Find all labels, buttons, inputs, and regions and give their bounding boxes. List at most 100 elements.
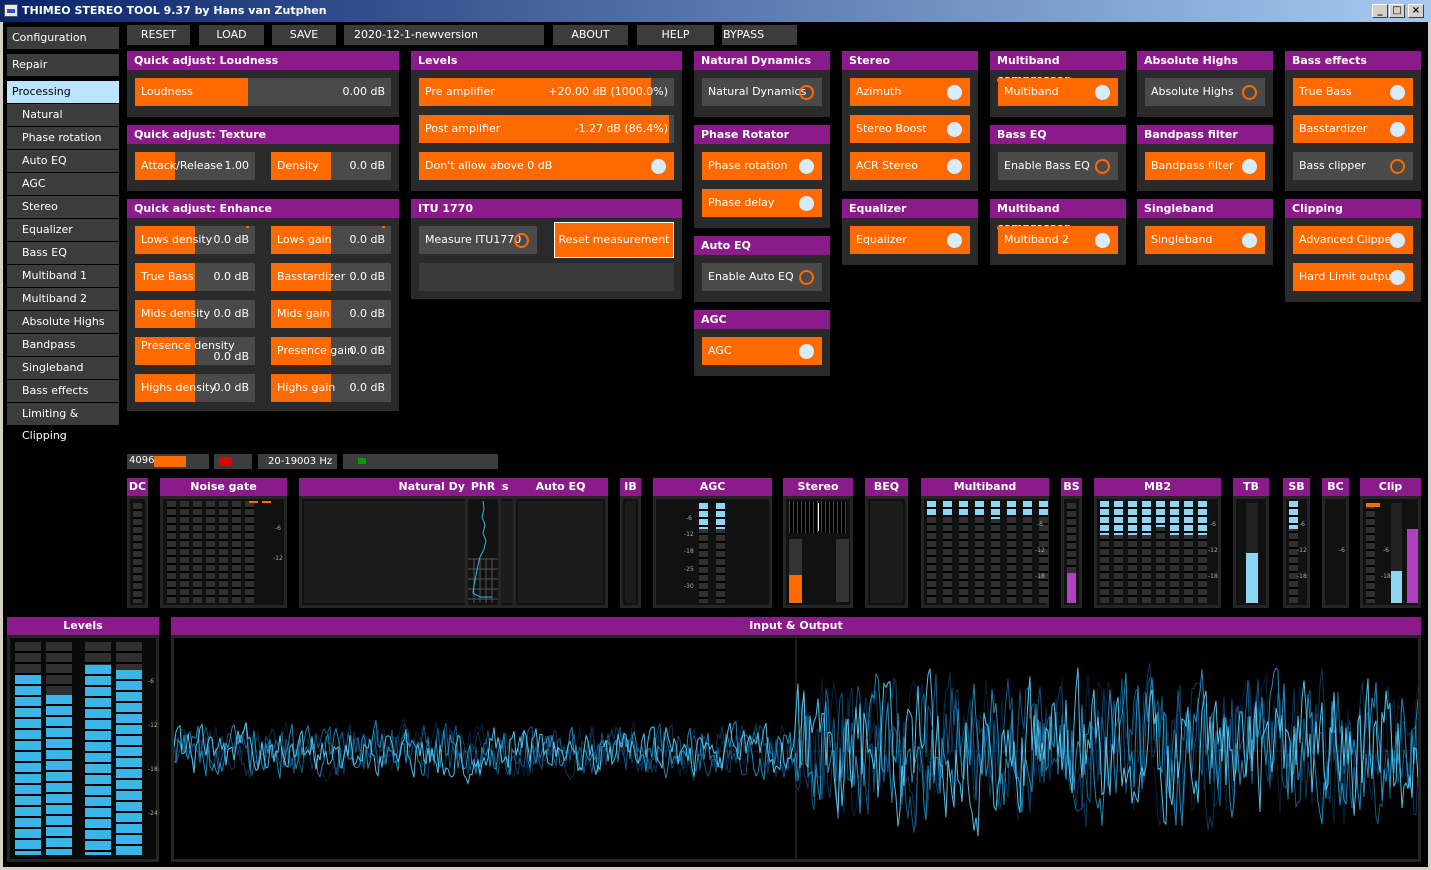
multiband-title: Multiband compressor bbox=[990, 51, 1126, 86]
sidebar-item-singleband[interactable]: Singleband bbox=[7, 357, 119, 379]
post-amplifier-slider[interactable]: Post amplifier -1.27 dB (86.4%) bbox=[419, 115, 674, 143]
sidebar-item-agc[interactable]: AGC bbox=[7, 173, 119, 195]
save-button[interactable]: SAVE bbox=[272, 25, 336, 45]
bass-eq-toggle[interactable]: Enable Bass EQ bbox=[998, 152, 1118, 180]
close-icon[interactable]: × bbox=[1408, 4, 1424, 18]
basstardizer-slider[interactable]: Basstardizer 0.0 dB bbox=[271, 263, 391, 291]
bypass-button[interactable]: BYPASS bbox=[722, 25, 797, 45]
presence-gain-value: 0.0 dB bbox=[349, 344, 385, 357]
sidebar-item-limiting-clipping[interactable]: Limiting & Clipping bbox=[7, 403, 119, 442]
scale-label: -6 bbox=[1383, 547, 1389, 554]
highs-density-slider[interactable]: Highs density 0.0 dB bbox=[135, 374, 255, 402]
bandpass-toggle[interactable]: Bandpass filter bbox=[1145, 152, 1265, 180]
phase-delay-label: Phase delay bbox=[708, 196, 775, 209]
measure-itu-label: Measure ITU1770 bbox=[425, 233, 522, 246]
highs-gain-slider[interactable]: Highs gain 0.0 dB bbox=[271, 374, 391, 402]
top-marker-icon bbox=[246, 226, 249, 228]
help-button[interactable]: HELP bbox=[637, 25, 714, 45]
phase-rotator-title: Phase Rotator bbox=[694, 125, 830, 144]
natural-dynamics-panel: Natural Dynamics Natural Dynamics bbox=[694, 51, 830, 117]
sidebar-item-bass-effects[interactable]: Bass effects bbox=[7, 380, 119, 402]
presence-density-slider[interactable]: Presence density 0.0 dB bbox=[135, 337, 255, 365]
loudness-title: Quick adjust: Loudness bbox=[127, 51, 399, 70]
absolute-highs-toggle[interactable]: Absolute Highs bbox=[1145, 78, 1265, 106]
bass-clipper-toggle[interactable]: Bass clipper bbox=[1293, 152, 1413, 180]
advanced-clipper-indicator-icon bbox=[1390, 233, 1405, 248]
scale-label: -18 bbox=[1035, 573, 1045, 580]
lows-gain-slider[interactable]: Lows gain 0.0 dB bbox=[271, 226, 391, 254]
sidebar-item-stereo[interactable]: Stereo bbox=[7, 196, 119, 218]
noise-gate-band-bar bbox=[193, 501, 202, 603]
stereo-meter-title: Stereo bbox=[783, 478, 853, 496]
agc-meter-display: -6 -12 -18 -25 -30 bbox=[656, 499, 769, 605]
sidebar-item-bass-eq[interactable]: Bass EQ bbox=[7, 242, 119, 264]
phase-rotation-toggle[interactable]: Phase rotation bbox=[702, 152, 822, 180]
stereo-boost-toggle[interactable]: Stereo Boost bbox=[850, 115, 970, 143]
sidebar-item-absolute-highs[interactable]: Absolute Highs bbox=[7, 311, 119, 333]
mids-density-slider[interactable]: Mids density 0.0 dB bbox=[135, 300, 255, 328]
fft-size-indicator[interactable]: 4096 bbox=[127, 454, 209, 469]
auto-eq-meter-display bbox=[516, 499, 605, 605]
multiband-toggle[interactable]: Multiband bbox=[998, 78, 1118, 106]
absolute-highs-indicator-icon bbox=[1242, 85, 1257, 100]
maximize-icon[interactable]: □ bbox=[1389, 4, 1405, 18]
sidebar-item-bandpass[interactable]: Bandpass bbox=[7, 334, 119, 356]
acr-stereo-toggle[interactable]: ACR Stereo bbox=[850, 152, 970, 180]
title-bar[interactable]: THIMEO STEREO TOOL 9.37 by Hans van Zutp… bbox=[0, 0, 1431, 22]
sidebar-item-equalizer[interactable]: Equalizer bbox=[7, 219, 119, 241]
sidebar-item-natural-dynamics[interactable]: Natural Dynamics bbox=[7, 104, 119, 143]
about-button[interactable]: ABOUT bbox=[553, 25, 628, 45]
basstardizer-toggle[interactable]: Basstardizer bbox=[1293, 115, 1413, 143]
measure-itu-toggle[interactable]: Measure ITU1770 bbox=[419, 226, 537, 254]
reset-button[interactable]: RESET bbox=[127, 25, 190, 45]
equalizer-toggle[interactable]: Equalizer bbox=[850, 226, 970, 254]
auto-eq-toggle[interactable]: Enable Auto EQ bbox=[702, 263, 822, 291]
sidebar-item-configuration[interactable]: Configuration bbox=[7, 27, 119, 49]
multiband-band-level bbox=[1007, 501, 1016, 515]
sidebar-item-processing[interactable]: Processing bbox=[7, 81, 119, 103]
loudness-slider[interactable]: Loudness 0.00 dB bbox=[135, 78, 391, 106]
attack-release-slider[interactable]: Attack/Release 1.00 bbox=[135, 152, 255, 180]
scale-label: -6 bbox=[275, 525, 281, 532]
azimuth-label: Azimuth bbox=[856, 85, 902, 98]
natural-dynamics-toggle[interactable]: Natural Dynamics bbox=[702, 78, 822, 106]
advanced-clipper-toggle[interactable]: Advanced Clipper bbox=[1293, 226, 1413, 254]
scale-label: -12 bbox=[1297, 547, 1307, 554]
mids-gain-slider[interactable]: Mids gain 0.0 dB bbox=[271, 300, 391, 328]
presence-gain-slider[interactable]: Presence gain 0.0 dB bbox=[271, 337, 391, 365]
app-icon[interactable] bbox=[4, 4, 18, 17]
agc-right-level bbox=[716, 503, 725, 529]
azimuth-toggle[interactable]: Azimuth bbox=[850, 78, 970, 106]
sidebar-item-multiband-2[interactable]: Multiband 2 bbox=[7, 288, 119, 310]
scale-label: -6 bbox=[1037, 521, 1043, 528]
limit-0db-toggle[interactable]: Don't allow above 0 dB bbox=[419, 152, 674, 180]
agc-toggle[interactable]: AGC bbox=[702, 337, 822, 365]
stereo-boost-label: Stereo Boost bbox=[856, 122, 927, 135]
sidebar-item-phase-rotation[interactable]: Phase rotation bbox=[7, 127, 119, 149]
singleband-toggle[interactable]: Singleband bbox=[1145, 226, 1265, 254]
true-bass-toggle[interactable]: True Bass bbox=[1293, 78, 1413, 106]
multiband2-toggle[interactable]: Multiband 2 bbox=[998, 226, 1118, 254]
sidebar-item-multiband-1[interactable]: Multiband 1 bbox=[7, 265, 119, 287]
load-button[interactable]: LOAD bbox=[199, 25, 264, 45]
mb2-band-level bbox=[1142, 501, 1151, 535]
phase-delay-toggle[interactable]: Phase delay bbox=[702, 189, 822, 217]
minimize-icon[interactable]: _ bbox=[1372, 4, 1388, 18]
density-slider[interactable]: Density 0.0 dB bbox=[271, 152, 391, 180]
basstardizer-label: Basstardizer bbox=[277, 270, 346, 283]
noise-gate-meter-title: Noise gate bbox=[160, 478, 287, 496]
preset-name[interactable]: 2020-12-1-newversion bbox=[344, 25, 544, 45]
enhance-title: Quick adjust: Enhance bbox=[127, 199, 399, 218]
lows-density-slider[interactable]: Lows density 0.0 dB bbox=[135, 226, 255, 254]
reset-measurement-button[interactable]: Reset measurement bbox=[554, 222, 674, 258]
scale-label: -18 bbox=[1208, 573, 1218, 580]
reset-measurement-label: Reset measurement bbox=[558, 233, 670, 246]
true-bass-slider[interactable]: True Bass 0.0 dB bbox=[135, 263, 255, 291]
hard-limit-toggle[interactable]: Hard Limit output bbox=[1293, 263, 1413, 291]
sidebar-item-repair[interactable]: Repair bbox=[7, 54, 119, 76]
sidebar-item-auto-eq[interactable]: Auto EQ bbox=[7, 150, 119, 172]
bass-eq-indicator-icon bbox=[1095, 159, 1110, 174]
pre-amplifier-slider[interactable]: Pre amplifier +20.00 dB (1000.0%) bbox=[419, 78, 674, 106]
window-title: THIMEO STEREO TOOL 9.37 by Hans van Zutp… bbox=[22, 4, 327, 17]
acr-stereo-label: ACR Stereo bbox=[856, 159, 918, 172]
